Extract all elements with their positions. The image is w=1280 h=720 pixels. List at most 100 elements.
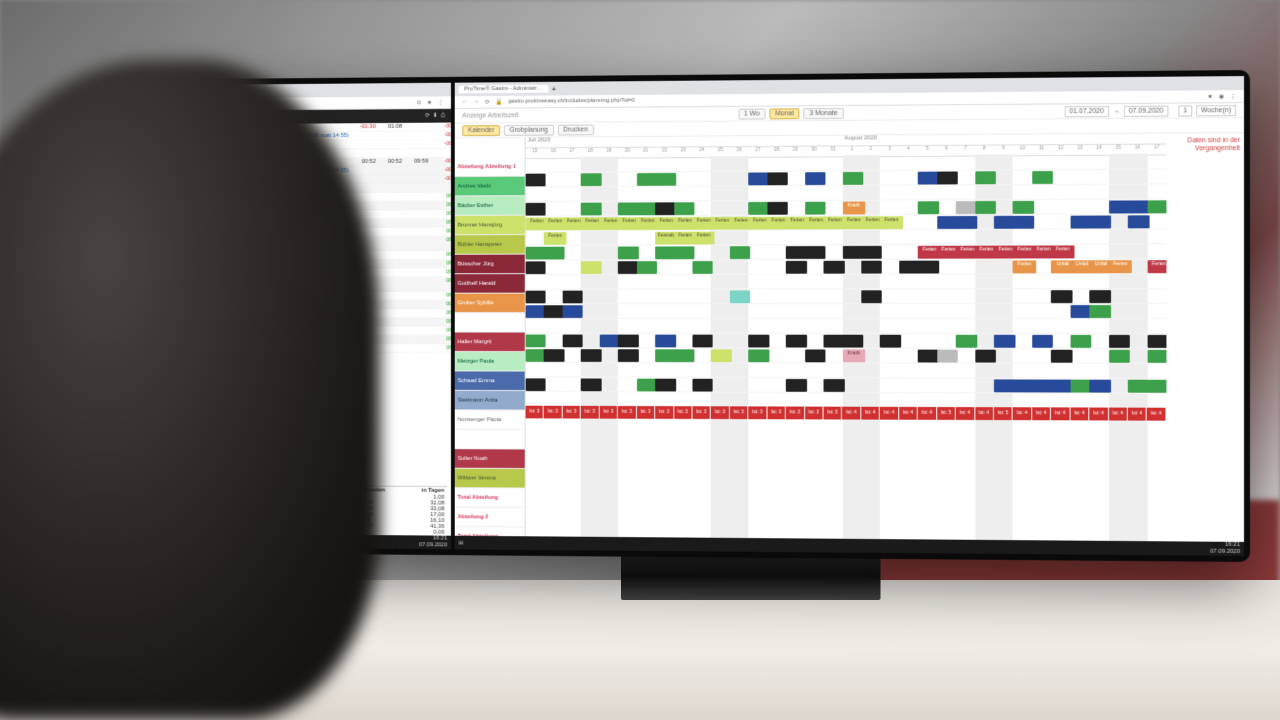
shift-chip[interactable] (937, 171, 958, 184)
new-tab-icon[interactable]: + (552, 84, 556, 93)
shift-chip[interactable] (975, 350, 996, 363)
employee-name[interactable]: Bäcker Esther (455, 196, 525, 216)
shift-chip[interactable] (674, 202, 695, 215)
shift-chip[interactable] (563, 335, 583, 348)
shift-chip[interactable] (1090, 380, 1111, 393)
shift-chip[interactable] (786, 261, 807, 274)
shift-chip[interactable]: Ferien (692, 232, 714, 245)
shift-chip[interactable] (655, 246, 676, 259)
shift-chip[interactable] (1109, 335, 1130, 348)
shift-chip[interactable] (1051, 380, 1072, 393)
weeks-input[interactable]: 1 (1178, 105, 1192, 116)
employee-name[interactable] (455, 430, 525, 450)
bookmark-icon[interactable]: ★ (1208, 93, 1213, 100)
shift-chip[interactable] (618, 202, 639, 215)
shift-chip[interactable] (1070, 380, 1091, 393)
forward-icon[interactable]: → (474, 99, 480, 105)
shift-chip[interactable] (748, 335, 769, 348)
browser-tab[interactable]: ProTime® Gastro - Administr… (459, 85, 548, 94)
shift-chip[interactable] (842, 246, 863, 259)
employee-name[interactable]: Bühler Hanspeter (455, 235, 525, 255)
shift-chip[interactable] (956, 335, 977, 348)
shift-chip[interactable] (918, 350, 939, 363)
shift-chip[interactable] (1032, 171, 1053, 184)
shift-chip[interactable] (937, 350, 958, 363)
weeks-select[interactable]: Woche(n) (1196, 105, 1236, 116)
shift-chip[interactable] (563, 305, 583, 318)
shift-chip[interactable] (581, 173, 601, 186)
time-1wo-button[interactable]: 1 Wo (738, 108, 765, 119)
shift-chip[interactable] (1090, 215, 1111, 228)
shift-chip[interactable] (956, 201, 977, 214)
shift-chip[interactable]: Ferien (880, 216, 903, 229)
shift-chip[interactable] (581, 349, 601, 362)
shift-chip[interactable] (1051, 290, 1072, 303)
employee-name[interactable]: Stettmann Anita (455, 391, 525, 411)
shift-chip[interactable]: Ferien (1051, 245, 1074, 258)
shift-chip[interactable] (1128, 215, 1149, 228)
employee-name[interactable]: Haller Margrit (455, 333, 525, 353)
profile-icon[interactable]: ◉ (1219, 93, 1224, 100)
range-to-input[interactable]: 07.09.2020 (1124, 105, 1169, 116)
employee-name[interactable]: Gruber Sybille (455, 294, 525, 314)
shift-chip[interactable] (1090, 290, 1111, 303)
shift-chip[interactable] (805, 246, 826, 259)
shift-chip[interactable] (655, 202, 676, 215)
shift-chip[interactable] (655, 379, 676, 392)
shift-chip[interactable] (842, 335, 863, 348)
shift-chip[interactable] (880, 335, 901, 348)
shift-chip[interactable] (786, 379, 807, 392)
shift-chip[interactable] (842, 172, 863, 185)
shift-chip[interactable] (544, 305, 564, 318)
shift-chip[interactable] (975, 201, 996, 214)
shift-chip[interactable] (1090, 305, 1111, 318)
shift-chip[interactable] (861, 290, 882, 303)
shift-chip[interactable] (1147, 200, 1166, 213)
shift-chip[interactable] (861, 261, 882, 274)
time-3monate-button[interactable]: 3 Monate (804, 108, 844, 119)
employee-name[interactable]: Büsscher Jürg (455, 255, 525, 275)
shift-chip[interactable] (1147, 335, 1166, 348)
employee-name[interactable]: Wittwer Verena (455, 469, 525, 489)
shift-chip[interactable] (899, 261, 920, 274)
shift-chip[interactable] (786, 335, 807, 348)
back-icon[interactable]: ← (462, 99, 468, 105)
shift-chip[interactable]: Ferien (544, 232, 566, 245)
shift-chip[interactable] (824, 335, 845, 348)
shift-chip[interactable] (748, 349, 769, 362)
shift-chip[interactable] (1128, 200, 1149, 213)
shift-chip[interactable] (918, 172, 939, 185)
shift-chip[interactable] (544, 247, 564, 260)
shift-chip[interactable] (805, 202, 826, 215)
employee-name[interactable]: Schaad Emma (455, 371, 525, 391)
shift-chip[interactable] (1128, 380, 1149, 393)
shift-chip[interactable] (1051, 350, 1072, 363)
shift-chip[interactable] (563, 291, 583, 304)
shift-chip[interactable] (1013, 216, 1034, 229)
view-grobplanung-button[interactable]: Grobplanung (504, 124, 554, 135)
menu-icon[interactable]: ⋮ (1230, 93, 1236, 100)
shift-chip[interactable] (767, 202, 788, 215)
shift-chip[interactable] (994, 216, 1015, 229)
shift-chip[interactable] (692, 335, 713, 348)
shift-chip[interactable] (730, 246, 751, 259)
shift-chip[interactable] (1013, 379, 1034, 392)
download-icon[interactable]: ⬇ (433, 113, 438, 119)
bookmark-icon[interactable]: ★ (427, 99, 432, 106)
employee-name[interactable]: Andres Vasbi (455, 177, 525, 197)
time-monat-button[interactable]: Monat (769, 108, 799, 119)
shift-chip[interactable] (581, 261, 601, 274)
shift-chip[interactable] (1070, 335, 1091, 348)
shift-chip[interactable] (600, 335, 620, 348)
shift-chip[interactable] (748, 202, 769, 215)
shift-chip[interactable]: Krank (842, 202, 865, 215)
shift-chip[interactable] (526, 174, 546, 187)
shift-chip[interactable] (526, 335, 546, 348)
shift-chip[interactable] (618, 247, 639, 260)
shift-chip[interactable] (618, 349, 639, 362)
shift-chip[interactable] (1032, 380, 1053, 393)
shift-chip[interactable] (1147, 380, 1166, 393)
shift-chip[interactable] (711, 349, 732, 362)
shift-chip[interactable] (655, 173, 676, 186)
shift-chip[interactable] (692, 261, 713, 274)
